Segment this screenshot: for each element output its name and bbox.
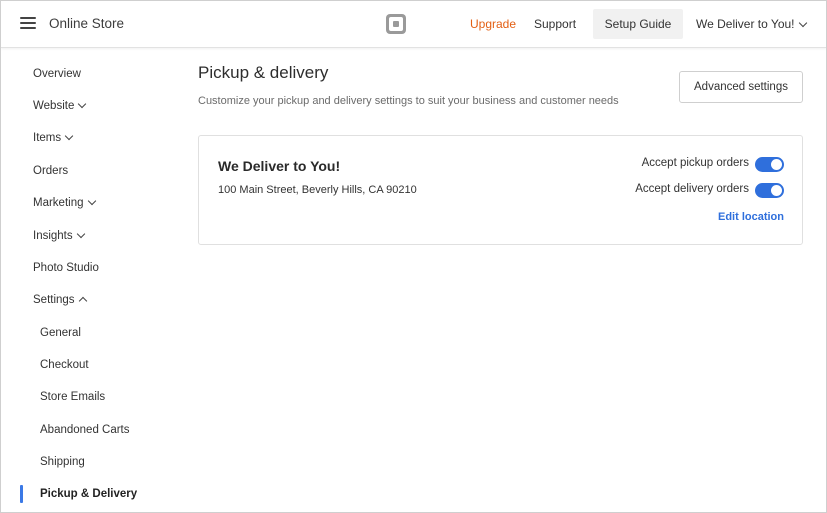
account-label: We Deliver to You! <box>696 17 795 31</box>
setup-guide-button[interactable]: Setup Guide <box>593 9 683 39</box>
sidebar-item-overview[interactable]: Overview <box>33 68 81 80</box>
sidebar-item-label: Marketing <box>33 197 84 209</box>
chevron-up-icon <box>78 296 87 306</box>
active-indicator <box>20 485 23 503</box>
sidebar-item-photo-studio[interactable]: Photo Studio <box>33 262 99 274</box>
sidebar-item-abandoned-carts[interactable]: Abandoned Carts <box>40 424 130 436</box>
setup-guide-label: Setup Guide <box>604 17 672 31</box>
sidebar-item-label: Items <box>33 132 62 144</box>
page-title: Pickup & delivery <box>198 63 329 82</box>
sidebar-item-label: General <box>40 327 81 339</box>
page-subtitle: Customize your pickup and delivery setti… <box>198 95 619 107</box>
sidebar-item-orders[interactable]: Orders <box>33 165 68 177</box>
sidebar-item-pickup-delivery[interactable]: Pickup & Delivery <box>40 488 137 500</box>
location-name: We Deliver to You! <box>218 158 341 174</box>
sidebar-item-label: Photo Studio <box>33 262 99 274</box>
sidebar-item-label: Shipping <box>40 456 85 468</box>
chevron-down-icon <box>76 229 85 239</box>
sidebar-item-marketing[interactable]: Marketing <box>33 196 96 209</box>
upgrade-link[interactable]: Upgrade <box>470 17 516 31</box>
chevron-down-icon <box>87 196 96 206</box>
delivery-toggle-label: Accept delivery orders <box>635 183 749 195</box>
sidebar-item-label: Insights <box>33 230 73 242</box>
account-menu[interactable]: We Deliver to You! <box>696 17 807 31</box>
sidebar-item-label: Store Emails <box>40 391 106 403</box>
sidebar-item-label: Abandoned Carts <box>40 424 130 436</box>
square-logo-icon[interactable] <box>386 14 406 34</box>
sidebar: Overview Website Items Orders Marketing … <box>1 48 176 512</box>
sidebar-item-label: Website <box>33 100 75 112</box>
sidebar-item-website[interactable]: Website <box>33 99 87 112</box>
chevron-down-icon <box>798 18 807 28</box>
chevron-down-icon <box>78 99 87 109</box>
support-link[interactable]: Support <box>534 17 576 31</box>
app-window: Online Store Upgrade Support Setup Guide… <box>0 0 827 513</box>
app-title: Online Store <box>49 16 125 31</box>
delivery-toggle[interactable] <box>755 183 784 198</box>
sidebar-item-label: Pickup & Delivery <box>40 488 138 500</box>
chevron-down-icon <box>64 131 74 141</box>
sidebar-item-settings[interactable]: Settings <box>33 294 87 306</box>
sidebar-item-label: Checkout <box>40 359 89 371</box>
sidebar-item-checkout[interactable]: Checkout <box>40 359 89 371</box>
advanced-settings-button[interactable]: Advanced settings <box>679 71 803 103</box>
location-card: We Deliver to You! 100 Main Street, Beve… <box>198 135 803 245</box>
sidebar-item-label: Orders <box>33 165 69 177</box>
sidebar-item-insights[interactable]: Insights <box>33 229 85 242</box>
sidebar-item-label: Overview <box>33 68 81 80</box>
sidebar-item-label: Settings <box>33 294 75 306</box>
top-header: Online Store Upgrade Support Setup Guide… <box>1 1 826 48</box>
sidebar-item-items[interactable]: Items <box>33 131 74 144</box>
location-address: 100 Main Street, Beverly Hills, CA 90210 <box>218 184 417 196</box>
sidebar-item-general[interactable]: General <box>40 327 81 339</box>
edit-location-link[interactable]: Edit location <box>718 211 784 223</box>
sidebar-item-shipping[interactable]: Shipping <box>40 456 85 468</box>
pickup-toggle[interactable] <box>755 157 784 172</box>
pickup-toggle-label: Accept pickup orders <box>641 157 749 169</box>
hamburger-menu-icon[interactable] <box>20 15 38 31</box>
sidebar-item-store-emails[interactable]: Store Emails <box>40 391 105 403</box>
